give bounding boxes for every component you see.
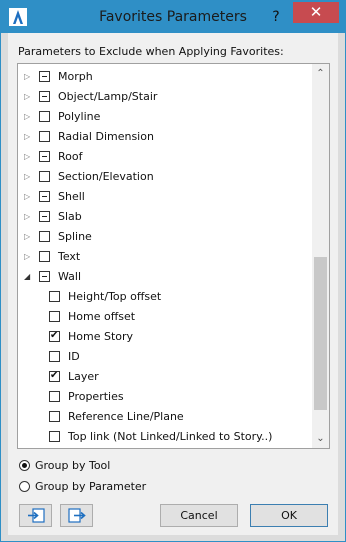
- tree-checkbox[interactable]: [39, 171, 50, 182]
- tree-row-label: Text: [58, 250, 81, 263]
- tree-row-label: Polyline: [58, 110, 101, 123]
- expand-arrow-icon[interactable]: ▷: [24, 212, 30, 222]
- tree-row[interactable]: Home Story: [18, 327, 308, 347]
- expand-arrow-icon[interactable]: ▷: [24, 252, 30, 262]
- expand-arrow-icon[interactable]: ▷: [24, 132, 30, 142]
- tree-checkbox[interactable]: [39, 211, 50, 222]
- tree-checkbox[interactable]: [49, 291, 60, 302]
- tree-row-label: Home Story: [68, 330, 134, 343]
- cancel-button[interactable]: Cancel: [160, 504, 238, 527]
- tree-row-label: Shell: [58, 190, 85, 203]
- section-label: Parameters to Exclude when Applying Favo…: [18, 45, 284, 58]
- tree-row[interactable]: Properties: [18, 387, 308, 407]
- parameter-tree[interactable]: ▷ Morph ▷ Object/Lamp/Stair ▷ Polyline ▷ Radial…: [17, 63, 330, 449]
- tree-checkbox[interactable]: [39, 111, 50, 122]
- tree-checkbox[interactable]: [39, 191, 50, 202]
- tree-row[interactable]: Home offset: [18, 307, 308, 327]
- tree-row-label: Height/Top offset: [68, 290, 162, 303]
- tree-row[interactable]: ▷ Shell: [18, 187, 308, 207]
- tree-checkbox[interactable]: [49, 311, 60, 322]
- tree-row[interactable]: ▷ Object/Lamp/Stair: [18, 87, 308, 107]
- tree-checkbox[interactable]: [49, 329, 60, 343]
- tree-checkbox[interactable]: [39, 91, 50, 102]
- tree-row-label: Top link (Not Linked/Linked to Story..): [68, 430, 273, 443]
- tree-row[interactable]: ▷ Radial Dimension: [18, 127, 308, 147]
- tree-row[interactable]: ▷ Spline: [18, 227, 308, 247]
- tree-row[interactable]: ▷ Slab: [18, 207, 308, 227]
- help-button[interactable]: ?: [263, 1, 289, 33]
- tree-row-label: Home offset: [68, 310, 136, 323]
- tree-checkbox[interactable]: [39, 251, 50, 262]
- tree-row-label: Roof: [58, 150, 83, 163]
- tree-row[interactable]: ▷ Polyline: [18, 107, 308, 127]
- tree-row-label: Spline: [58, 230, 92, 243]
- tree-row[interactable]: ▷ Morph: [18, 67, 308, 87]
- export-icon: [68, 508, 86, 523]
- expand-arrow-icon[interactable]: ▷: [24, 92, 30, 102]
- group-by-parameter-radio[interactable]: [19, 481, 30, 492]
- tree-row-label: Section/Elevation: [58, 170, 154, 183]
- tree-row[interactable]: Reference Line/Plane: [18, 407, 308, 427]
- tree-row-label: Radial Dimension: [58, 130, 154, 143]
- expand-arrow-icon[interactable]: ▷: [24, 72, 30, 82]
- tree-row[interactable]: Layer: [18, 367, 308, 387]
- tree-checkbox[interactable]: [39, 131, 50, 142]
- group-by-parameter-label: Group by Parameter: [35, 480, 147, 493]
- tree-checkbox[interactable]: [49, 369, 60, 383]
- tree-scrollbar[interactable]: ⌃ ⌄: [312, 64, 329, 448]
- tree-checkbox[interactable]: [39, 71, 50, 82]
- tree-row-label: Slab: [58, 210, 82, 223]
- tree-row[interactable]: Top link (Not Linked/Linked to Story..): [18, 427, 308, 447]
- import-icon: [28, 508, 45, 523]
- favorites-parameters-dialog: Favorites Parameters ? ✕ Parameters to E…: [0, 0, 346, 542]
- tree-row[interactable]: Height/Top offset: [18, 287, 308, 307]
- tree-checkbox[interactable]: [49, 391, 60, 402]
- expand-arrow-icon[interactable]: ▷: [24, 192, 30, 202]
- expand-arrow-icon[interactable]: ▷: [24, 112, 30, 122]
- expand-arrow-icon[interactable]: ▷: [24, 172, 30, 182]
- export-button[interactable]: [60, 504, 93, 527]
- tree-row-label: Wall: [58, 270, 82, 283]
- tree-row-label: Properties: [68, 390, 124, 403]
- group-by-tool-radio[interactable]: [19, 460, 30, 471]
- dialog-body: Parameters to Exclude when Applying Favo…: [8, 33, 338, 535]
- scroll-thumb[interactable]: [314, 257, 327, 410]
- tree-checkbox[interactable]: [39, 271, 50, 282]
- tree-checkbox[interactable]: [49, 411, 60, 422]
- tree-row[interactable]: ID: [18, 347, 308, 367]
- tree-checkbox[interactable]: [39, 151, 50, 162]
- close-button[interactable]: ✕: [293, 2, 339, 23]
- tree-row-label: ID: [68, 350, 80, 363]
- expand-arrow-icon[interactable]: ▷: [24, 152, 30, 162]
- expand-arrow-icon[interactable]: ▷: [24, 232, 30, 242]
- tree-checkbox[interactable]: [49, 351, 60, 362]
- tree-row-label: Object/Lamp/Stair: [58, 90, 158, 103]
- tree-checkbox[interactable]: [49, 431, 60, 442]
- title-bar[interactable]: Favorites Parameters ? ✕: [1, 1, 345, 33]
- tree-row[interactable]: ▷ Text: [18, 247, 308, 267]
- tree-checkbox[interactable]: [39, 231, 50, 242]
- tree-row-label: Morph: [58, 70, 93, 83]
- tree-row[interactable]: ◢ Wall: [18, 267, 308, 287]
- tree-row-label: Layer: [68, 370, 99, 383]
- tree-row-label: Reference Line/Plane: [68, 410, 184, 423]
- ok-button[interactable]: OK: [250, 504, 328, 527]
- import-button[interactable]: [19, 504, 52, 527]
- scroll-up-icon[interactable]: ⌃: [312, 65, 329, 82]
- tree-row[interactable]: ▷ Section/Elevation: [18, 167, 308, 187]
- group-by-tool-label: Group by Tool: [35, 459, 111, 472]
- scroll-down-icon[interactable]: ⌄: [312, 430, 329, 447]
- tree-row[interactable]: ▷ Roof: [18, 147, 308, 167]
- collapse-arrow-icon[interactable]: ◢: [24, 272, 30, 282]
